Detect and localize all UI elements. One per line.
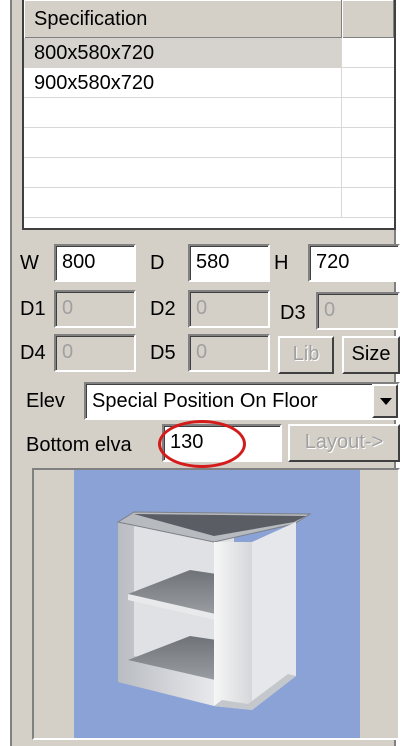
- cabinet-3d-icon: [116, 511, 312, 710]
- preview-background: [74, 470, 360, 738]
- blank-cell[interactable]: [342, 188, 394, 218]
- chevron-down-icon[interactable]: [372, 384, 398, 418]
- blank-cell[interactable]: [342, 98, 394, 128]
- table-row[interactable]: [24, 98, 394, 128]
- elev-selected-value: Special Position On Floor: [92, 390, 318, 412]
- blank-cell[interactable]: [342, 128, 394, 158]
- table-header: Specification: [24, 0, 394, 38]
- elev-label: Elev: [26, 390, 65, 412]
- d1-input[interactable]: 0: [54, 290, 136, 328]
- height-label: H: [274, 252, 289, 274]
- spec-cell[interactable]: [24, 98, 342, 128]
- size-button[interactable]: Size: [342, 336, 400, 374]
- d5-label: D5: [150, 342, 176, 364]
- d4-input[interactable]: 0: [54, 334, 136, 372]
- table-row[interactable]: 800x580x720: [24, 38, 394, 68]
- spec-cell[interactable]: [24, 188, 342, 218]
- d2-label: D2: [150, 298, 176, 320]
- depth-label: D: [150, 252, 165, 274]
- specification-table[interactable]: Specification 800x580x720 900x580x720: [22, 0, 396, 230]
- column-header-specification[interactable]: Specification: [24, 0, 342, 38]
- elev-select[interactable]: Special Position On Floor: [84, 382, 400, 420]
- layout-button[interactable]: Layout->: [288, 424, 400, 462]
- spec-cell[interactable]: 800x580x720: [24, 38, 342, 68]
- spec-cell[interactable]: [24, 128, 342, 158]
- table-row[interactable]: [24, 128, 394, 158]
- d1-label: D1: [20, 298, 46, 320]
- table-row[interactable]: [24, 188, 394, 218]
- width-input[interactable]: 800: [54, 244, 136, 282]
- blank-cell[interactable]: [342, 68, 394, 98]
- d3-label: D3: [280, 302, 306, 324]
- properties-panel: Specification 800x580x720 900x580x720 W …: [10, 0, 400, 746]
- column-header-blank[interactable]: [342, 0, 394, 38]
- d5-input[interactable]: 0: [188, 334, 270, 372]
- highlight-annotation: [158, 420, 246, 468]
- blank-cell[interactable]: [342, 158, 394, 188]
- table-row[interactable]: [24, 158, 394, 188]
- blank-cell[interactable]: [342, 38, 394, 68]
- depth-input[interactable]: 580: [188, 244, 270, 282]
- spec-cell[interactable]: 900x580x720: [24, 68, 342, 98]
- d4-label: D4: [20, 342, 46, 364]
- bottom-elva-label: Bottom elva: [26, 434, 132, 456]
- width-label: W: [20, 252, 39, 274]
- app-window: Specification 800x580x720 900x580x720 W …: [0, 0, 404, 746]
- lib-button[interactable]: Lib: [278, 336, 334, 374]
- height-input[interactable]: 720: [308, 244, 400, 282]
- d3-input[interactable]: 0: [316, 292, 400, 330]
- spec-cell[interactable]: [24, 158, 342, 188]
- table-row[interactable]: 900x580x720: [24, 68, 394, 98]
- d2-input[interactable]: 0: [188, 290, 270, 328]
- model-preview: [32, 468, 400, 740]
